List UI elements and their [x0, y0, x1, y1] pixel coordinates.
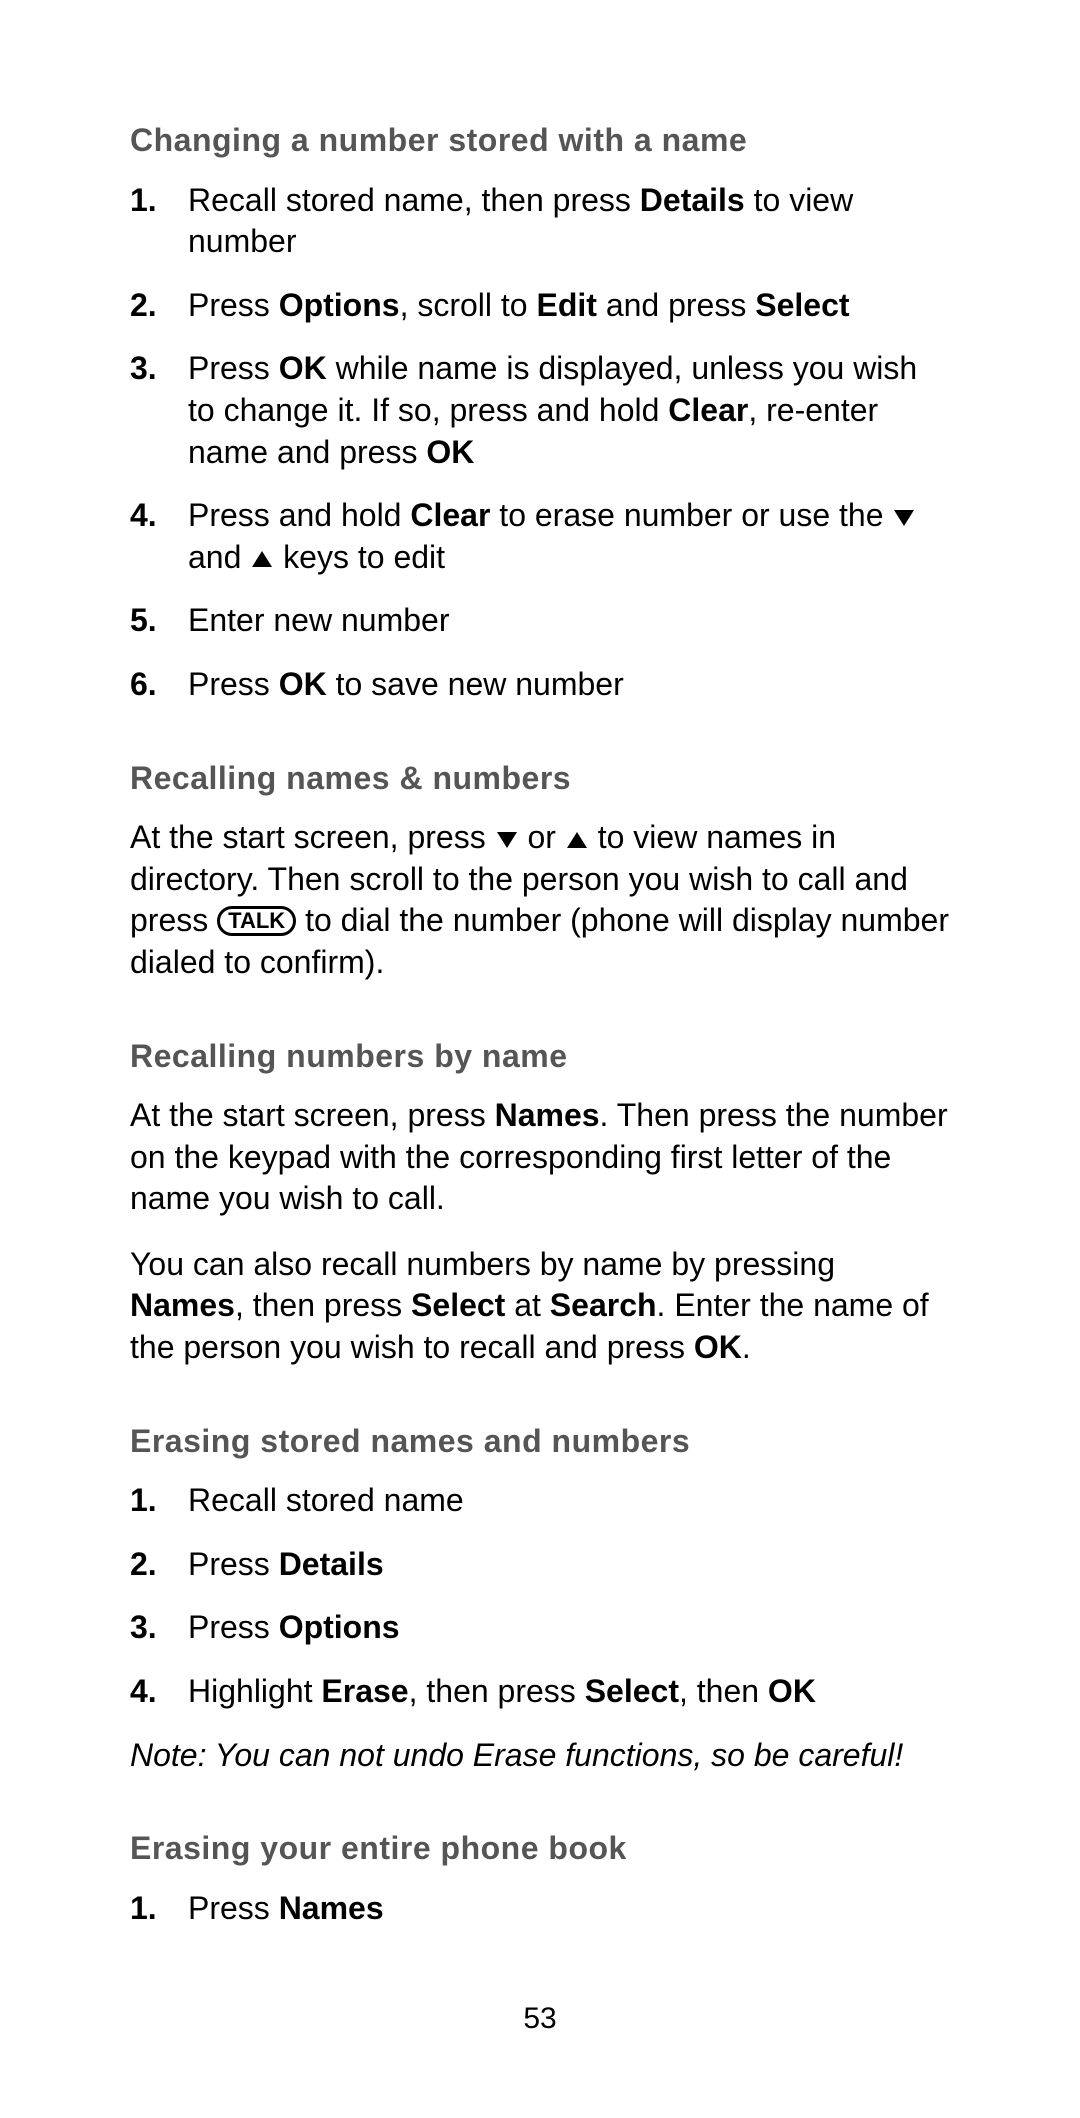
list-item: Highlight Erase, then press Select, then…	[130, 1671, 950, 1713]
text: At the start screen, press	[130, 819, 495, 855]
list-erasing-entire: Press Names	[130, 1888, 950, 1930]
down-arrow-icon	[894, 510, 914, 526]
text: , then press	[235, 1287, 411, 1323]
heading-recalling-numbers-by-name: Recalling numbers by name	[130, 1036, 950, 1078]
list-item: Recall stored name, then press Details t…	[130, 180, 950, 263]
key-select: Select	[755, 287, 849, 323]
text: to erase number or use the	[490, 497, 892, 533]
down-arrow-icon	[497, 832, 517, 848]
key-ok: OK	[768, 1673, 816, 1709]
list-item: Press Details	[130, 1544, 950, 1586]
text: Press	[188, 350, 279, 386]
talk-key-icon: TALK	[217, 906, 296, 936]
heading-recalling-names-numbers: Recalling names & numbers	[130, 758, 950, 800]
key-details: Details	[640, 182, 745, 218]
text: and	[188, 539, 250, 575]
text: Recall stored name	[188, 1482, 464, 1518]
paragraph: At the start screen, press Names. Then p…	[130, 1095, 950, 1220]
note-text: Note: You can not undo Erase functions, …	[130, 1735, 950, 1777]
key-ok: OK	[426, 434, 474, 470]
key-select: Select	[411, 1287, 505, 1323]
list-item: Recall stored name	[130, 1480, 950, 1522]
key-search: Search	[550, 1287, 657, 1323]
up-arrow-icon	[567, 832, 587, 848]
text: , then press	[409, 1673, 585, 1709]
paragraph: At the start screen, press or to view na…	[130, 817, 950, 983]
key-select: Select	[585, 1673, 679, 1709]
key-names: Names	[279, 1890, 384, 1926]
text: You can also recall numbers by name by p…	[130, 1246, 835, 1282]
key-ok: OK	[694, 1329, 742, 1365]
paragraph: You can also recall numbers by name by p…	[130, 1244, 950, 1369]
text: .	[742, 1329, 751, 1365]
text: or	[519, 819, 565, 855]
key-erase: Erase	[321, 1673, 408, 1709]
text: Press	[188, 666, 279, 702]
text: to save new number	[327, 666, 624, 702]
key-options: Options	[279, 287, 400, 323]
text: At the start screen, press	[130, 1097, 495, 1133]
key-clear: Clear	[410, 497, 490, 533]
text: Press	[188, 1609, 279, 1645]
heading-erasing-entire: Erasing your entire phone book	[130, 1828, 950, 1870]
up-arrow-icon	[252, 551, 272, 567]
key-options: Options	[279, 1609, 400, 1645]
key-edit: Edit	[536, 287, 596, 323]
text: Enter new number	[188, 602, 449, 638]
key-ok: OK	[279, 666, 327, 702]
text: , then	[679, 1673, 768, 1709]
text: and press	[597, 287, 755, 323]
text: at	[505, 1287, 549, 1323]
page-number: 53	[130, 1999, 950, 2038]
list-item: Press Options, scroll to Edit and press …	[130, 285, 950, 327]
key-ok: OK	[279, 350, 327, 386]
list-item: Press Names	[130, 1888, 950, 1930]
text: Press	[188, 1890, 279, 1926]
text: Recall stored name, then press	[188, 182, 640, 218]
heading-changing-number: Changing a number stored with a name	[130, 120, 950, 162]
key-details: Details	[279, 1546, 384, 1582]
list-item: Press and hold Clear to erase number or …	[130, 495, 950, 578]
list-item: Enter new number	[130, 600, 950, 642]
key-clear: Clear	[668, 392, 748, 428]
list-erasing-stored: Recall stored name Press Details Press O…	[130, 1480, 950, 1712]
heading-erasing-stored: Erasing stored names and numbers	[130, 1421, 950, 1463]
text: , scroll to	[400, 287, 537, 323]
list-item: Press OK while name is displayed, unless…	[130, 348, 950, 473]
text: Press and hold	[188, 497, 410, 533]
list-item: Press OK to save new number	[130, 664, 950, 706]
text: keys to edit	[274, 539, 445, 575]
key-names: Names	[130, 1287, 235, 1323]
list-changing-number: Recall stored name, then press Details t…	[130, 180, 950, 706]
key-names: Names	[495, 1097, 600, 1133]
list-item: Press Options	[130, 1607, 950, 1649]
text: Press	[188, 1546, 279, 1582]
text: Highlight	[188, 1673, 321, 1709]
text: Press	[188, 287, 279, 323]
